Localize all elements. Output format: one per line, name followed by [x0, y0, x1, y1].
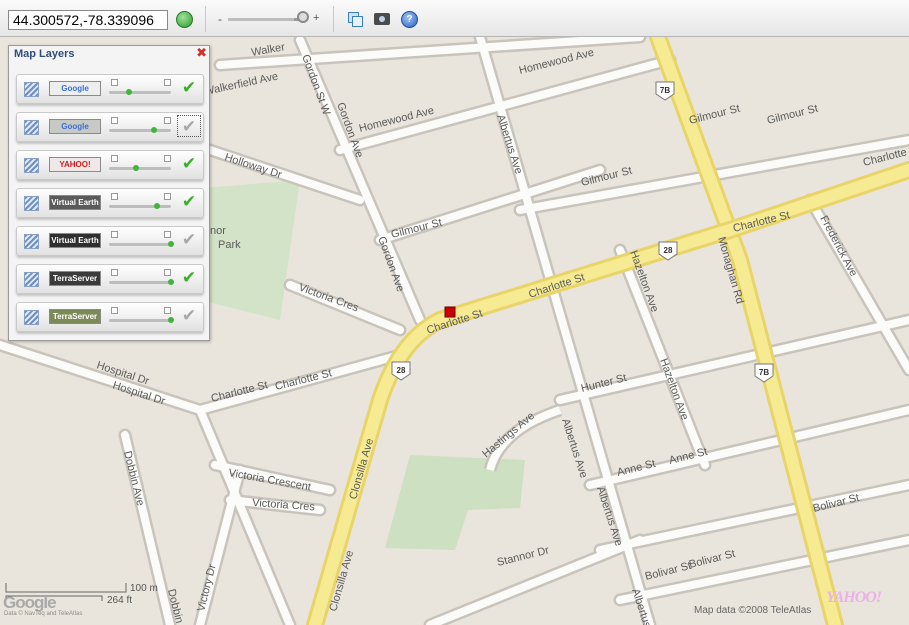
layer-row[interactable]: YAHOO! ✔ — [16, 150, 204, 180]
opacity-slider[interactable] — [109, 317, 174, 323]
toolbar-separator — [333, 6, 334, 32]
camera-icon[interactable] — [374, 13, 390, 25]
zoom-level-fill — [228, 18, 294, 21]
layer-option-checkbox[interactable] — [164, 269, 171, 276]
zoom-slider[interactable] — [228, 18, 308, 21]
drag-handle-icon[interactable] — [24, 310, 39, 325]
street-label: nor — [210, 225, 226, 237]
opacity-slider[interactable] — [109, 89, 171, 95]
drag-handle-icon[interactable] — [24, 82, 39, 97]
scale-label-imperial: 264 ft — [107, 595, 133, 606]
visibility-check-icon[interactable]: ✔ — [177, 115, 201, 137]
zoom-magnifier-icon[interactable] — [297, 11, 309, 23]
provider-logo: TerraServer — [49, 271, 101, 286]
layer-option-checkbox[interactable] — [164, 193, 171, 200]
drag-handle-icon[interactable] — [24, 272, 39, 287]
layer-row[interactable]: TerraServer ✔ — [16, 302, 204, 332]
provider-logo: YAHOO! — [49, 157, 101, 172]
opacity-slider[interactable] — [109, 165, 171, 171]
toolbar-separator — [205, 6, 206, 32]
svg-text:28: 28 — [397, 366, 406, 375]
drag-handle-icon[interactable] — [24, 158, 39, 173]
close-icon[interactable]: ✖ — [196, 47, 207, 60]
layer-option-checkbox[interactable] — [164, 79, 171, 86]
opacity-slider-knob[interactable] — [168, 317, 174, 323]
opacity-slider-knob[interactable] — [132, 165, 139, 171]
help-icon[interactable]: ? — [401, 11, 418, 28]
layer-option-checkbox[interactable] — [111, 269, 118, 276]
zoom-out-button[interactable]: - — [218, 12, 222, 26]
layer-row[interactable]: Google ✔ — [16, 112, 204, 142]
svg-text:28: 28 — [664, 246, 673, 255]
provider-logo: Google — [49, 81, 101, 96]
layer-option-checkbox[interactable] — [164, 155, 171, 162]
svg-text:7B: 7B — [759, 368, 769, 377]
layer-option-checkbox[interactable] — [111, 79, 118, 86]
provider-logo: Virtual Earth — [49, 233, 101, 248]
google-attribution: Data © NavTeq and TeleAtlas — [4, 611, 83, 617]
layer-row[interactable]: Google ✔ — [16, 74, 204, 104]
visibility-check-icon[interactable]: ✔ — [177, 305, 201, 327]
layer-row[interactable]: Virtual Earth ✔ — [16, 188, 204, 218]
visibility-check-icon[interactable]: ✔ — [177, 229, 201, 251]
scale-label-metric: 100 m — [130, 583, 158, 594]
layer-option-checkbox[interactable] — [111, 117, 118, 124]
yahoo-logo: YAHOO! — [826, 589, 882, 606]
zoom-in-button[interactable]: + — [313, 12, 319, 24]
opacity-slider[interactable] — [109, 203, 171, 209]
svg-text:7B: 7B — [660, 86, 670, 95]
layer-option-checkbox[interactable] — [111, 231, 118, 238]
layer-option-checkbox[interactable] — [111, 193, 118, 200]
opacity-slider[interactable] — [109, 279, 174, 285]
visibility-check-icon[interactable]: ✔ — [177, 77, 201, 99]
layer-row[interactable]: Virtual Earth ✔ — [16, 226, 204, 256]
drag-handle-icon[interactable] — [24, 234, 39, 249]
opacity-slider[interactable] — [109, 127, 171, 133]
layer-option-checkbox[interactable] — [164, 307, 171, 314]
toolbar: - + ? — [0, 0, 909, 37]
layer-option-checkbox[interactable] — [164, 231, 171, 238]
drag-handle-icon[interactable] — [24, 196, 39, 211]
layer-option-checkbox[interactable] — [111, 307, 118, 314]
go-icon[interactable] — [176, 11, 193, 28]
map-layers-panel[interactable]: Map Layers ✖ Google ✔ Google ✔ YAHOO! ✔ Virtua… — [8, 45, 210, 341]
visibility-check-icon[interactable]: ✔ — [177, 267, 201, 289]
google-logo: Google — [3, 593, 57, 612]
layer-option-checkbox[interactable] — [111, 155, 118, 162]
street-label: Park — [218, 239, 241, 251]
map-attribution: Map data ©2008 TeleAtlas — [694, 605, 812, 616]
opacity-slider-knob[interactable] — [168, 279, 174, 285]
provider-logo: TerraServer — [49, 309, 101, 324]
provider-logo: Virtual Earth — [49, 195, 101, 210]
panel-title: Map Layers — [14, 48, 75, 60]
drag-handle-icon[interactable] — [24, 120, 39, 135]
coordinates-input[interactable] — [8, 10, 168, 30]
layers-icon[interactable] — [348, 12, 363, 27]
provider-logo: Google — [49, 119, 101, 134]
opacity-slider-knob[interactable] — [151, 127, 158, 133]
visibility-check-icon[interactable]: ✔ — [177, 191, 201, 213]
opacity-slider-knob[interactable] — [168, 241, 174, 247]
layer-row[interactable]: TerraServer ✔ — [16, 264, 204, 294]
opacity-slider-knob[interactable] — [154, 203, 161, 209]
opacity-slider-knob[interactable] — [125, 89, 132, 95]
layer-option-checkbox[interactable] — [164, 117, 171, 124]
visibility-check-icon[interactable]: ✔ — [177, 153, 201, 175]
location-marker[interactable] — [444, 306, 456, 318]
opacity-slider[interactable] — [109, 241, 174, 247]
